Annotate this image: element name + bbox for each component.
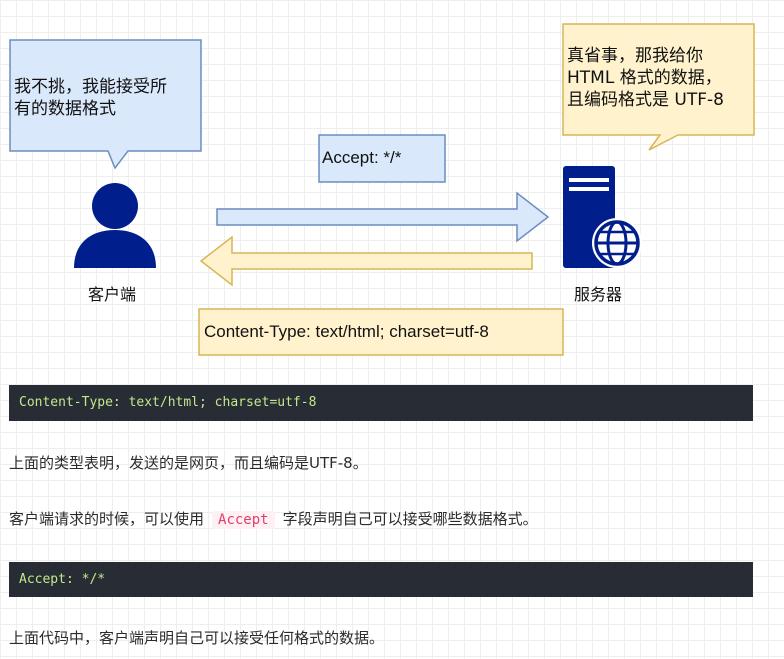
- request-label: Accept: */*: [322, 148, 402, 167]
- http-negotiation-diagram: 我不挑，我能接受所 有的数据格式 真省事，那我给你 HTML 格式的数据， 且编…: [0, 0, 784, 370]
- paragraph-1: 上面的类型表明，发送的是网页，而且编码是UTF-8。: [9, 454, 368, 472]
- user-icon: [74, 183, 156, 268]
- code-block-content-type: Content-Type: text/html; charset=utf-8: [9, 385, 753, 421]
- paragraph-2: 客户端请求的时候，可以使用 Accept 字段声明自己可以接受哪些数据格式。: [9, 508, 538, 529]
- inline-code-accept: Accept: [212, 511, 275, 529]
- response-label: Content-Type: text/html; charset=utf-8: [204, 322, 489, 341]
- response-arrow: [199, 235, 533, 287]
- code-block-accept: Accept: */*: [9, 562, 753, 597]
- paragraph-3: 上面代码中，客户端声明自己可以接受任何格式的数据。: [9, 629, 385, 647]
- paragraph-2-before: 客户端请求的时候，可以使用: [9, 510, 205, 528]
- server-bubble-text: 真省事，那我给你 HTML 格式的数据， 且编码格式是 UTF-8: [567, 46, 724, 110]
- server-globe-icon: [563, 166, 642, 268]
- client-label: 客户端: [88, 285, 137, 304]
- client-bubble-text: 我不挑，我能接受所 有的数据格式: [14, 77, 167, 119]
- server-label: 服务器: [574, 285, 623, 304]
- request-arrow: [216, 191, 550, 243]
- code-line: Content-Type: text/html; charset=utf-8: [19, 395, 317, 410]
- paragraph-2-after: 字段声明自己可以接受哪些数据格式。: [282, 510, 538, 528]
- code-line: Accept: */*: [19, 572, 106, 587]
